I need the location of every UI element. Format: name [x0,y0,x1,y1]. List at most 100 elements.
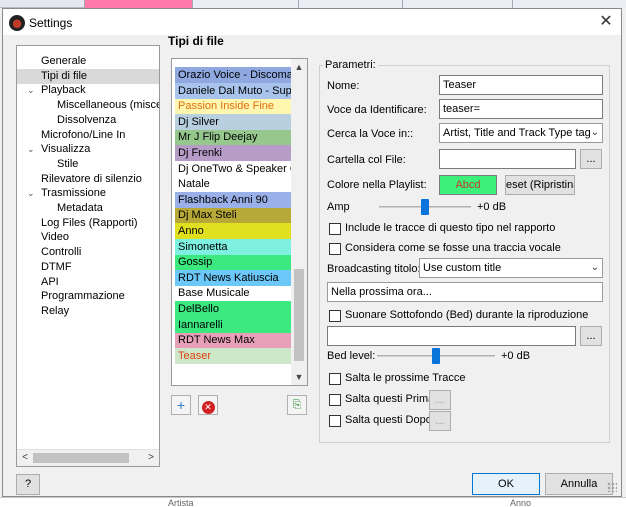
tree-item-label: Metadata [57,202,103,214]
amp-slider-thumb[interactable] [421,199,429,215]
custom-title-input[interactable]: Nella prossima ora... [327,282,603,302]
chevron-down-icon[interactable]: ⌄ [27,142,37,157]
tree-item[interactable]: ⌄ Visualizza [17,142,159,157]
file-type-item[interactable]: Mr J Flip Deejay [175,129,292,146]
cancel-button[interactable]: Annulla [545,473,613,495]
skip-next-checkbox[interactable] [329,373,341,385]
bed-browse-button[interactable]: ... [580,326,602,346]
skip-before-checkbox[interactable] [329,394,341,406]
tree-item[interactable]: Generale [17,54,159,69]
file-type-item[interactable]: DelBello [175,301,292,317]
file-type-item[interactable]: Simonetta [175,238,292,255]
tree-item-label: Playback [41,84,86,97]
background-tab [192,0,298,8]
window-title: Settings [29,16,73,30]
tree-item[interactable]: Programmazione [17,289,159,304]
title-bar: Settings ✕ [3,9,621,35]
help-button[interactable]: ? [16,474,40,495]
add-file-type-button[interactable]: + [171,395,191,415]
tree-item[interactable]: ⌄ Trasmissione [17,186,159,201]
skip-after-button[interactable]: ... [429,411,451,431]
export-file-type-button[interactable]: ⎘ [287,395,307,415]
tree-item-label: Video [41,231,69,244]
settings-nav-tree[interactable]: Relay Programmazione API DTMF Controlli Video… [16,45,160,467]
bed-checkbox[interactable] [329,310,341,322]
settings-window: Settings ✕ Relay Programmazione API DTMF Con… [2,8,622,497]
skip-after-checkbox[interactable] [329,415,341,427]
tree-item-label: Stile [57,157,79,170]
scroll-up-icon[interactable]: ▲ [292,60,306,74]
file-type-item[interactable]: Dj Silver [175,113,292,130]
tree-item[interactable]: Microfono/Line In [17,128,159,143]
tree-item[interactable]: Tipi di file [17,68,159,84]
scrollbar-thumb[interactable] [294,269,304,361]
file-type-item[interactable]: Anno [175,223,292,239]
list-vertical-scrollbar[interactable]: ▲ ▼ [291,59,307,385]
tree-horizontal-scrollbar[interactable]: < > [17,449,159,466]
file-type-item[interactable]: Orazio Voice - Discomania [175,67,292,83]
background-app-footer: Artista Anno [0,497,626,507]
resize-grip-icon[interactable] [607,482,617,492]
file-type-item[interactable]: Dj Frenki [175,145,292,161]
bed-file-input[interactable] [327,326,576,346]
background-tab [512,0,626,8]
folder-browse-button[interactable]: ... [580,149,602,169]
scroll-left-icon[interactable]: < [18,451,32,465]
close-icon[interactable]: ✕ [597,13,615,31]
vocal-track-checkbox[interactable] [329,243,341,255]
tree-item[interactable]: Rilevatore di silenzio [17,172,159,187]
tree-item[interactable]: Controlli [17,245,159,260]
file-type-item[interactable]: Teaser [175,347,292,364]
name-input[interactable]: Teaser [439,75,603,95]
broadcast-title-select[interactable]: Use custom title ⌄ [419,258,603,278]
file-type-item[interactable]: Dj OneTwo & Speaker Oc... [175,160,292,177]
remove-file-type-button[interactable]: ✕ [198,395,218,415]
tree-item[interactable]: Video [17,230,159,245]
skip-before-label: Salta questi Prima [345,393,435,405]
scroll-down-icon[interactable]: ▼ [292,370,306,384]
bed-level-label: Bed level: [327,350,376,362]
tree-item[interactable]: API [17,275,159,290]
file-type-item[interactable]: Gossip [175,254,292,271]
file-type-item[interactable]: Natale [175,176,292,193]
tree-item[interactable]: Relay [17,304,159,319]
file-type-item[interactable]: Daniele Dal Muto - Super... [175,82,292,99]
tree-item-label: Tipi di file [41,69,88,82]
file-type-item[interactable]: RDT News Katiuscia [175,269,292,286]
amp-value: +0 dB [477,201,507,213]
tree-item[interactable]: Dissolvenza [17,113,159,128]
file-type-item[interactable]: Flashback Anni 90 [175,191,292,208]
scroll-right-icon[interactable]: > [144,451,158,465]
chevron-down-icon[interactable]: ⌄ [27,83,37,98]
bed-level-value: +0 dB [501,350,531,362]
tree-item[interactable]: ⌄ Playback [17,83,159,98]
reset-color-button[interactable]: eset (Ripristina [505,175,575,195]
tree-item-label: Log Files (Rapporti) [41,216,138,229]
file-type-item[interactable]: Base Musicale [175,285,292,302]
identifier-input[interactable]: teaser= [439,99,603,119]
include-report-checkbox[interactable] [329,223,341,235]
background-column-label: Artista [168,498,194,507]
file-types-list[interactable]: Teaser RDT News Max Iannarelli DelBello Base… [171,58,308,386]
playlist-color-swatch[interactable]: Abcd [439,175,497,195]
tree-item[interactable]: DTMF [17,260,159,275]
skip-before-button[interactable]: ... [429,390,451,410]
file-type-item[interactable]: Iannarelli [175,316,292,333]
tree-item[interactable]: Log Files (Rapporti) [17,216,159,231]
file-type-item[interactable]: Passion Inside Fine [175,98,292,115]
chevron-down-icon: ⌄ [590,127,599,138]
tree-item-label: Relay [41,304,70,317]
export-icon: ⎘ [292,399,302,411]
chevron-down-icon[interactable]: ⌄ [27,186,37,201]
bed-level-slider-thumb[interactable] [432,348,440,364]
parameters-group [319,65,610,443]
scrollbar-thumb[interactable] [33,453,129,463]
file-type-item[interactable]: Dj Max Steli [175,207,292,224]
tree-item[interactable]: Stile [17,157,159,172]
tree-item[interactable]: Miscellaneous (miscela [17,98,159,113]
file-type-item[interactable]: RDT News Max [175,332,292,349]
ok-button[interactable]: OK [472,473,540,495]
tree-item[interactable]: Metadata [17,201,159,216]
search-in-select[interactable]: Artist, Title and Track Type tag ⌄ [439,123,603,143]
folder-input[interactable] [439,149,576,169]
